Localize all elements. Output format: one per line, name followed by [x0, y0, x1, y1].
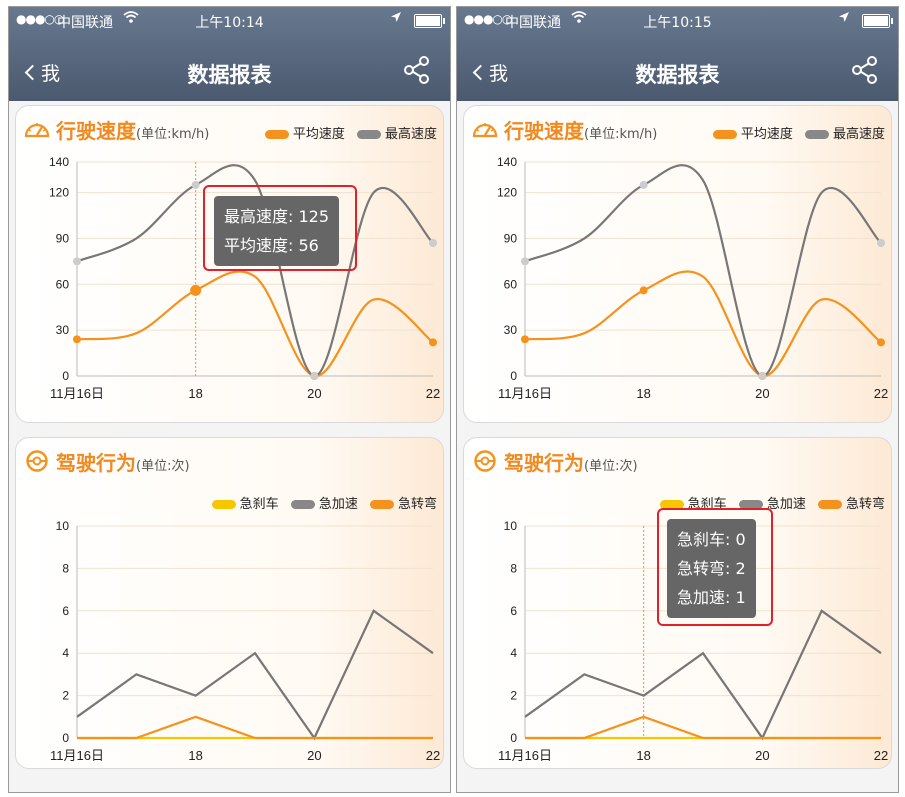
- status-time: 上午10:15: [643, 15, 712, 31]
- x-tick-label: 11月16日: [50, 386, 104, 401]
- x-tick-label: 18: [188, 748, 202, 763]
- data-point: [639, 180, 648, 189]
- series-line-1: [524, 609, 882, 741]
- x-tick-label: 20: [755, 748, 769, 763]
- data-point: [73, 335, 81, 344]
- y-tick-label: 140: [497, 155, 517, 169]
- y-tick-label: 90: [56, 231, 70, 245]
- y-tick-label: 4: [62, 646, 69, 660]
- y-tick-label: 10: [504, 519, 518, 533]
- battery-icon: [414, 14, 445, 28]
- y-tick-label: 8: [510, 561, 517, 575]
- data-point: [521, 257, 529, 266]
- x-tick-label: 11月16日: [498, 386, 552, 401]
- highlight-box: [657, 508, 773, 626]
- x-tick-label: 22: [874, 386, 888, 401]
- x-tick-label: 18: [636, 748, 650, 763]
- data-point: [191, 180, 200, 189]
- y-tick-label: 30: [504, 323, 518, 337]
- series-line-0: [524, 270, 882, 378]
- data-point: [429, 239, 437, 248]
- y-tick-label: 0: [510, 731, 517, 745]
- location-arrow-icon: [390, 11, 402, 27]
- y-tick-label: 0: [62, 731, 69, 745]
- data-point: [877, 239, 885, 248]
- location-arrow-icon: [838, 11, 850, 27]
- series-line-1: [76, 609, 434, 741]
- y-tick-label: 120: [49, 186, 69, 200]
- series-line-2: [525, 715, 881, 740]
- y-tick-label: 4: [510, 646, 517, 660]
- behavior-card: 驾驶行为(单位:次) 急刹车 急加速 急转弯 0 2 4 6 8 10 11月16日 18 20…: [15, 437, 444, 769]
- series-line-0: [76, 270, 434, 378]
- series-line-1: [524, 164, 882, 378]
- data-point: [73, 257, 81, 266]
- top-bar: ●●●○○ 中国联通 上午10:15 我 数据报表: [457, 7, 898, 101]
- page-title: 数据报表: [635, 63, 720, 87]
- data-point: [310, 372, 319, 380]
- x-tick-label: 22: [874, 748, 888, 763]
- x-tick-label: 18: [188, 386, 202, 401]
- data-point: [521, 335, 529, 344]
- speed-card: 行驶速度(单位:km/h) 平均速度 最高速度 0 30 60 90 120 140 11月…: [463, 105, 892, 423]
- y-tick-label: 90: [504, 231, 518, 245]
- x-tick-label: 22: [426, 748, 440, 763]
- data-point: [190, 284, 202, 296]
- share-icon: [404, 56, 429, 84]
- data-point: [429, 338, 437, 347]
- series-line-2: [77, 715, 433, 740]
- x-tick-label: 22: [426, 386, 440, 401]
- y-tick-label: 10: [56, 519, 70, 533]
- y-tick-label: 2: [62, 689, 69, 703]
- nav-bar: 我 数据报表: [457, 35, 898, 101]
- data-point: [639, 286, 648, 295]
- y-tick-label: 0: [62, 369, 69, 383]
- x-tick-label: 18: [636, 386, 650, 401]
- x-tick-label: 20: [307, 748, 321, 763]
- y-tick-label: 0: [510, 369, 517, 383]
- data-point: [758, 372, 767, 380]
- share-button[interactable]: [402, 55, 432, 85]
- y-tick-label: 8: [62, 561, 69, 575]
- x-tick-label: 20: [307, 386, 321, 401]
- share-icon: [852, 56, 877, 84]
- y-tick-label: 6: [62, 604, 69, 618]
- data-point: [877, 338, 885, 347]
- highlight-box: [203, 185, 357, 271]
- y-tick-label: 120: [497, 186, 517, 200]
- share-button[interactable]: [850, 55, 880, 85]
- battery-icon: [862, 14, 893, 28]
- y-tick-label: 60: [504, 277, 518, 291]
- behavior-chart[interactable]: 0 2 4 6 8 10 11月16日 18 20 22: [16, 438, 443, 768]
- x-tick-label: 20: [755, 386, 769, 401]
- phone-screen-left: ●●●○○ 中国联通 上午10:14 我 数据报表 行驶速度(单位:km/h) …: [8, 6, 451, 793]
- y-tick-label: 140: [49, 155, 69, 169]
- phone-screen-right: ●●●○○ 中国联通 上午10:15 我 数据报表 行驶速度(单位:km/h) …: [456, 6, 899, 793]
- y-tick-label: 6: [510, 604, 517, 618]
- x-tick-label: 11月16日: [498, 748, 552, 763]
- status-bar: ●●●○○ 中国联通 上午10:14: [9, 7, 450, 35]
- page-title: 数据报表: [187, 63, 272, 87]
- top-bar: ●●●○○ 中国联通 上午10:14 我 数据报表: [9, 7, 450, 101]
- y-tick-label: 30: [56, 323, 70, 337]
- x-tick-label: 11月16日: [50, 748, 104, 763]
- y-tick-label: 60: [56, 277, 70, 291]
- nav-bar: 我 数据报表: [9, 35, 450, 101]
- status-time: 上午10:14: [195, 15, 264, 31]
- status-bar: ●●●○○ 中国联通 上午10:15: [457, 7, 898, 35]
- speed-chart[interactable]: 0 30 60 90 120 140 11月16日 18 20 22: [464, 106, 891, 422]
- y-tick-label: 2: [510, 689, 517, 703]
